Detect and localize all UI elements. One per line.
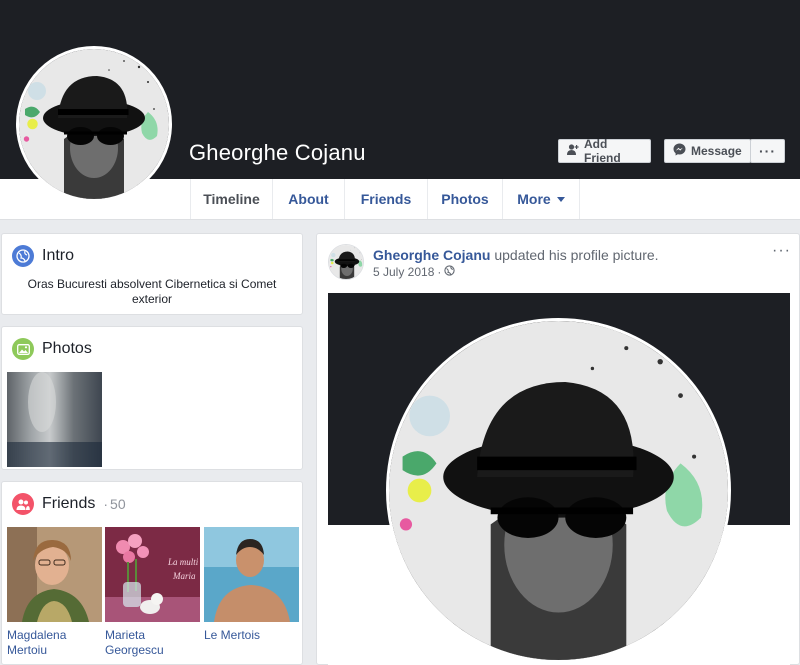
friend-name[interactable]: Marieta Georgescu — [105, 628, 200, 658]
friends-count: 50 — [110, 496, 126, 512]
post-header: Gheorghe Cojanu updated his profile pict… — [373, 247, 659, 263]
post-date[interactable]: 5 July 2018 — [373, 265, 434, 279]
message-button[interactable]: Message — [664, 139, 751, 163]
tab-more-label: More — [517, 191, 551, 207]
friends-icon — [12, 493, 34, 515]
intro-card: Intro Oras Bucuresti absolvent Ciberneti… — [1, 233, 303, 315]
friend-photo[interactable] — [204, 527, 299, 622]
tab-photos[interactable]: Photos — [427, 179, 502, 219]
friend-name[interactable]: Le Mertois — [204, 628, 299, 643]
friend-photo[interactable]: La multi Maria — [105, 527, 200, 622]
messenger-icon — [673, 143, 686, 159]
intro-bio: Oras Bucuresti absolvent Cibernetica si … — [27, 277, 277, 306]
tab-timeline[interactable]: Timeline — [190, 179, 272, 219]
tab-friends[interactable]: Friends — [344, 179, 427, 219]
friend-photo[interactable] — [7, 527, 102, 622]
svg-text:Maria: Maria — [172, 571, 196, 581]
profile-picture[interactable] — [16, 46, 172, 202]
add-friend-button[interactable]: Add Friend — [558, 137, 651, 165]
caret-down-icon — [556, 196, 565, 202]
post-options-button[interactable]: ··· — [772, 242, 791, 260]
svg-text:La multi: La multi — [167, 557, 199, 567]
friend-card[interactable]: Le Mertois — [204, 527, 299, 643]
photos-card: Photos — [1, 326, 303, 470]
intro-title: Intro — [42, 247, 75, 264]
post-profile-picture[interactable] — [386, 318, 731, 663]
tab-more[interactable]: More — [502, 179, 580, 219]
friends-title: Friends — [42, 495, 96, 512]
intro-header: Intro — [12, 245, 74, 267]
post-action-text: updated his profile picture. — [490, 247, 659, 263]
message-label: Message — [691, 144, 742, 158]
photo-thumbnail[interactable] — [7, 372, 102, 467]
tab-about[interactable]: About — [272, 179, 344, 219]
friends-count-separator: · — [103, 496, 109, 512]
photos-icon — [12, 338, 34, 360]
post-author-link[interactable]: Gheorghe Cojanu — [373, 247, 490, 263]
profile-name[interactable]: Gheorghe Cojanu — [189, 140, 366, 166]
globe-icon[interactable] — [444, 265, 456, 279]
friend-card[interactable]: La multi Maria Marieta Georgescu — [105, 527, 200, 658]
timeline-post: Gheorghe Cojanu updated his profile pict… — [316, 233, 800, 665]
globe-icon — [12, 245, 34, 267]
add-friend-label: Add Friend — [584, 137, 621, 165]
friends-header[interactable]: Friends · 50 — [12, 493, 126, 515]
post-meta-separator: · — [437, 265, 442, 279]
post-photo[interactable] — [328, 293, 790, 665]
more-options-button[interactable]: ··· — [750, 139, 785, 163]
add-friend-icon — [567, 144, 579, 158]
friend-card[interactable]: Magdalena Mertoiu — [7, 527, 102, 658]
post-meta: 5 July 2018 · — [373, 265, 456, 279]
photos-title: Photos — [42, 340, 92, 357]
ellipsis-icon: ··· — [759, 143, 776, 159]
friend-name[interactable]: Magdalena Mertoiu — [7, 628, 102, 658]
friends-card: Friends · 50 Magdalena Mertoiu La multi … — [1, 481, 303, 665]
post-author-avatar[interactable] — [328, 244, 364, 280]
photos-header[interactable]: Photos — [12, 338, 92, 360]
